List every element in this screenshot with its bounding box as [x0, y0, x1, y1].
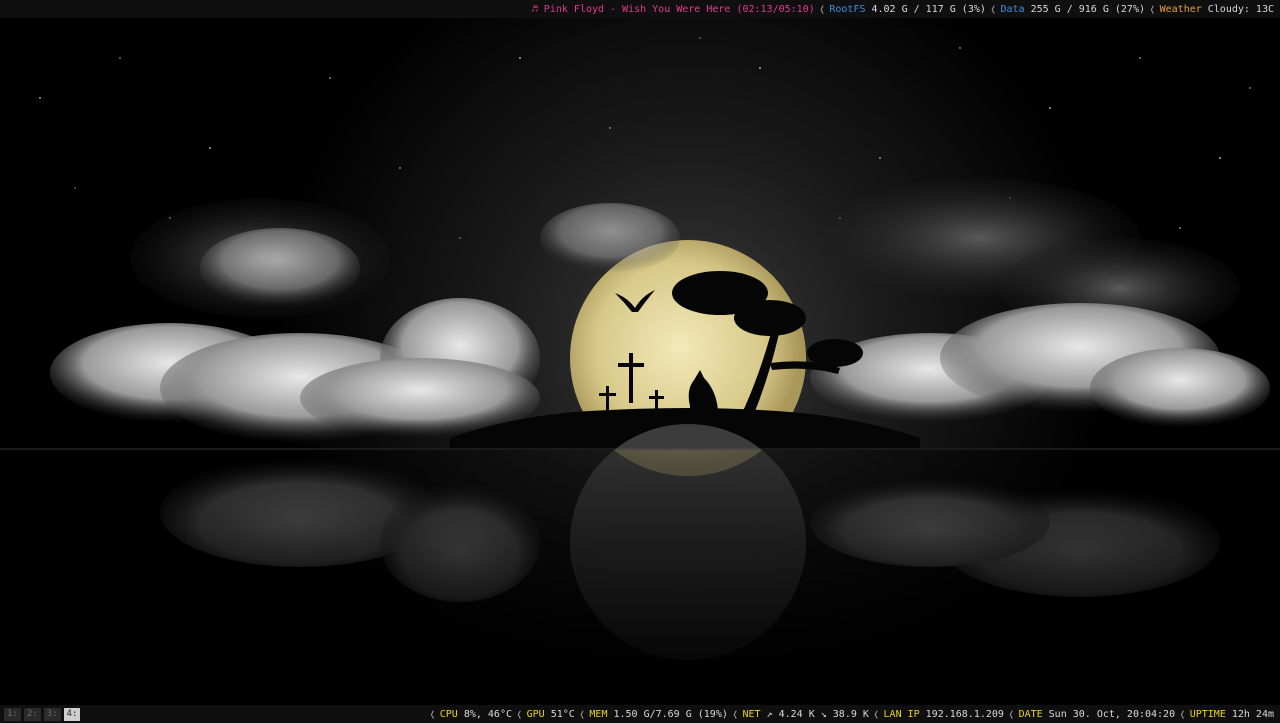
mem-segment: MEM 1.50 G/7.69 G (19%): [589, 709, 727, 720]
workspace-2-button[interactable]: 2:: [23, 707, 41, 721]
data-disk-label: Data: [1000, 3, 1025, 15]
weather-segment: Weather Cloudy: 13C: [1160, 4, 1274, 15]
separator-chevron-icon: ❬: [872, 707, 880, 721]
weather-label: Weather: [1159, 3, 1202, 15]
separator-chevron-icon: ❬: [1179, 707, 1186, 721]
gpu-label: GPU: [526, 708, 545, 720]
net-value: ↗ 4.24 K ↘ 38.9 K: [766, 708, 869, 720]
net-label: NET: [742, 708, 761, 720]
net-segment: NET ↗ 4.24 K ↘ 38.9 K: [742, 709, 868, 720]
workspace-1-button[interactable]: 1:: [4, 707, 21, 721]
uptime-label: UPTIME: [1189, 708, 1226, 720]
date-label: DATE: [1018, 708, 1043, 720]
separator-chevron-icon: ❬: [578, 707, 586, 721]
cpu-label: CPU: [439, 708, 458, 720]
cpu-value: 8%, 46°C: [463, 708, 512, 720]
lan-ip-label: LAN IP: [883, 708, 920, 720]
uptime-segment: UPTIME 12h 24m: [1190, 709, 1274, 720]
separator-chevron-icon: ❬: [731, 707, 739, 721]
workspace-3-button[interactable]: 3:: [43, 707, 61, 721]
data-disk-value: 255 G / 916 G (27%): [1030, 3, 1145, 15]
separator-chevron-icon: ❬: [429, 707, 436, 721]
separator-chevron-icon: ❬: [818, 2, 826, 16]
separator-chevron-icon: ❬: [516, 707, 523, 721]
uptime-value: 12h 24m: [1231, 708, 1274, 720]
date-segment: DATE Sun 30. Oct, 20:04:20: [1019, 709, 1176, 720]
system-stats: ❬ CPU 8%, 46°C ❬ GPU 51°C ❬ MEM 1.50 G/7…: [425, 708, 1280, 721]
date-value: Sun 30. Oct, 20:04:20: [1048, 708, 1176, 720]
gpu-value: 51°C: [550, 708, 575, 720]
mem-label: MEM: [589, 708, 608, 720]
music-note-icon: ♬: [531, 3, 538, 15]
desktop-wallpaper: [0, 18, 1280, 705]
mem-value: 1.50 G/7.69 G (19%): [613, 708, 728, 720]
rootfs-label: RootFS: [829, 3, 866, 15]
cpu-segment: CPU 8%, 46°C: [440, 709, 512, 720]
bottom-status-bar: 1: 2: 3: 4: ❬ CPU 8%, 46°C ❬ GPU 51°C ❬ …: [0, 705, 1280, 723]
lan-ip-value: 192.168.1.209: [925, 708, 1004, 720]
data-disk-segment: Data 255 G / 916 G (27%): [1001, 4, 1145, 15]
separator-chevron-icon: ❬: [1007, 707, 1015, 721]
weather-value: Cloudy: 13C: [1207, 3, 1274, 15]
lan-ip-segment: LAN IP 192.168.1.209: [884, 709, 1004, 720]
now-playing-text: Pink Floyd - Wish You Were Here (02:13/0…: [543, 3, 815, 15]
separator-chevron-icon: ❬: [989, 2, 997, 16]
workspace-switcher: 1: 2: 3: 4:: [0, 707, 81, 721]
music-segment[interactable]: ♬ Pink Floyd - Wish You Were Here (02:13…: [532, 4, 815, 15]
gpu-segment: GPU 51°C: [527, 709, 575, 720]
rootfs-segment: RootFS 4.02 G / 117 G (3%): [829, 4, 986, 15]
workspace-4-button[interactable]: 4:: [63, 707, 81, 721]
rootfs-value: 4.02 G / 117 G (3%): [871, 3, 986, 15]
top-status-bar: ♬ Pink Floyd - Wish You Were Here (02:13…: [0, 0, 1280, 18]
separator-chevron-icon: ❬: [1148, 2, 1156, 16]
